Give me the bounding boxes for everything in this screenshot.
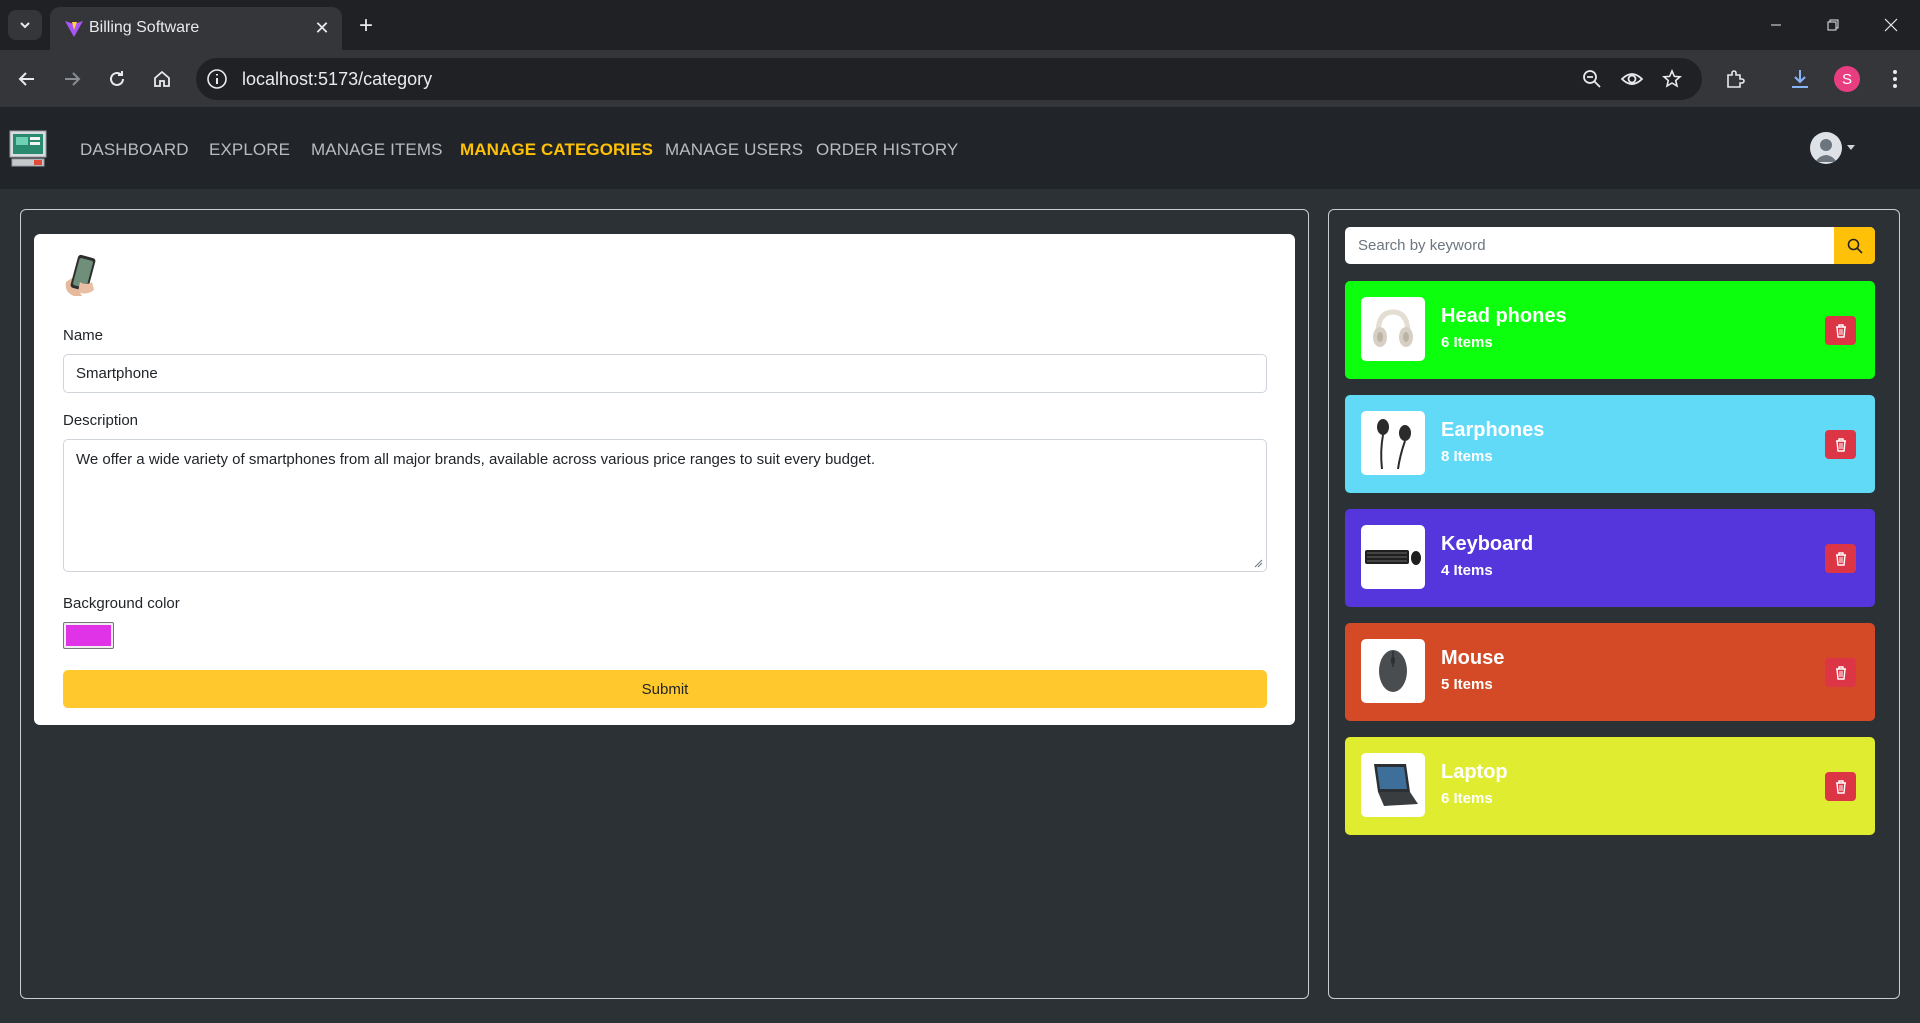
tab-title: Billing Software xyxy=(89,19,200,36)
restore-icon[interactable] xyxy=(1813,10,1853,40)
nav-explore[interactable]: Explore xyxy=(209,140,290,160)
close-window-icon[interactable] xyxy=(1871,10,1911,40)
category-form-card: Name Smartphone Description We offer a w… xyxy=(34,234,1295,725)
nav-manage-items[interactable]: Manage Items xyxy=(311,140,443,160)
new-tab-button[interactable]: + xyxy=(352,12,380,40)
category-count: 6 Items xyxy=(1441,790,1493,807)
description-label: Description xyxy=(63,412,139,429)
user-icon xyxy=(1815,139,1837,162)
category-card-earphones[interactable]: Earphones 8 Items xyxy=(1345,395,1875,493)
bgcolor-swatch xyxy=(66,625,111,646)
trash-icon xyxy=(1835,551,1846,566)
close-tab-icon[interactable]: ✕ xyxy=(310,16,334,40)
category-card-mouse[interactable]: Mouse 5 Items xyxy=(1345,623,1875,721)
search-button[interactable] xyxy=(1834,227,1875,264)
forward-icon[interactable] xyxy=(56,63,88,95)
category-count: 8 Items xyxy=(1441,448,1493,465)
delete-category-button[interactable] xyxy=(1825,430,1856,459)
laptop-image-icon xyxy=(1361,753,1425,817)
nav-dashboard[interactable]: Dashboard xyxy=(80,140,189,160)
category-name: Keyboard xyxy=(1441,533,1534,555)
delete-category-button[interactable] xyxy=(1825,316,1856,345)
nav-manage-users[interactable]: Manage Users xyxy=(665,140,803,160)
tab-search-button[interactable] xyxy=(8,10,42,40)
category-list-panel: Search by keyword Head phones 6 Items Ea… xyxy=(1328,209,1900,999)
eye-icon[interactable] xyxy=(1620,67,1644,91)
browser-toolbar: localhost:5173/category S xyxy=(0,50,1920,107)
browser-menu-icon[interactable] xyxy=(1880,64,1910,94)
trash-icon xyxy=(1835,323,1846,338)
bgcolor-label: Background color xyxy=(63,595,180,612)
app-navbar: Dashboard Explore Manage Items Manage Ca… xyxy=(0,107,1920,189)
bookmark-star-icon[interactable] xyxy=(1660,67,1684,91)
user-avatar[interactable] xyxy=(1810,132,1842,164)
trash-icon xyxy=(1835,779,1846,794)
category-count: 5 Items xyxy=(1441,676,1493,693)
earphones-image-icon xyxy=(1361,411,1425,475)
category-form-panel: Name Smartphone Description We offer a w… xyxy=(20,209,1309,999)
browser-profile-avatar[interactable]: S xyxy=(1834,66,1860,92)
category-card-headphones[interactable]: Head phones 6 Items xyxy=(1345,281,1875,379)
vite-favicon-icon xyxy=(65,21,83,37)
search-box: Search by keyword xyxy=(1345,227,1875,264)
nav-manage-categories[interactable]: Manage Categories xyxy=(460,140,653,160)
category-count: 6 Items xyxy=(1441,334,1493,351)
browser-tab[interactable]: Billing Software ✕ xyxy=(50,7,342,50)
search-icon xyxy=(1847,238,1863,254)
resize-grip-icon[interactable] xyxy=(1254,559,1263,568)
back-icon[interactable] xyxy=(11,63,43,95)
search-input[interactable]: Search by keyword xyxy=(1345,227,1833,264)
home-icon[interactable] xyxy=(146,63,178,95)
extensions-icon[interactable] xyxy=(1720,64,1750,94)
category-name: Head phones xyxy=(1441,305,1567,327)
category-name: Laptop xyxy=(1441,761,1508,783)
bgcolor-picker[interactable] xyxy=(63,622,114,649)
download-icon[interactable] xyxy=(1785,64,1815,94)
mouse-image-icon xyxy=(1361,639,1425,703)
name-label: Name xyxy=(63,327,104,344)
trash-icon xyxy=(1835,665,1846,680)
keyboard-image-icon xyxy=(1361,525,1425,589)
minimize-icon[interactable] xyxy=(1756,10,1796,40)
reload-icon[interactable] xyxy=(101,63,133,95)
category-name: Mouse xyxy=(1441,647,1505,669)
category-card-keyboard[interactable]: Keyboard 4 Items xyxy=(1345,509,1875,607)
chevron-down-icon xyxy=(20,22,30,29)
category-card-laptop[interactable]: Laptop 6 Items xyxy=(1345,737,1875,835)
site-info-icon[interactable] xyxy=(206,68,228,90)
smartphone-image-icon[interactable] xyxy=(62,252,102,298)
category-count: 4 Items xyxy=(1441,562,1493,579)
delete-category-button[interactable] xyxy=(1825,658,1856,687)
trash-icon xyxy=(1835,437,1846,452)
user-dropdown-caret-icon[interactable] xyxy=(1847,145,1855,150)
billing-logo-icon[interactable] xyxy=(8,129,48,169)
address-bar[interactable]: localhost:5173/category xyxy=(196,58,1702,100)
delete-category-button[interactable] xyxy=(1825,544,1856,573)
name-input[interactable]: Smartphone xyxy=(63,354,1267,393)
category-name: Earphones xyxy=(1441,419,1545,441)
url-text[interactable]: localhost:5173/category xyxy=(242,69,432,90)
zoom-icon[interactable] xyxy=(1580,67,1604,91)
delete-category-button[interactable] xyxy=(1825,772,1856,801)
description-text: We offer a wide variety of smartphones f… xyxy=(76,451,875,468)
submit-button[interactable]: Submit xyxy=(63,670,1267,708)
description-textarea[interactable]: We offer a wide variety of smartphones f… xyxy=(63,439,1267,572)
headphones-image-icon xyxy=(1361,297,1425,361)
browser-tabstrip: Billing Software ✕ + xyxy=(0,0,1920,50)
nav-order-history[interactable]: Order History xyxy=(816,140,958,160)
